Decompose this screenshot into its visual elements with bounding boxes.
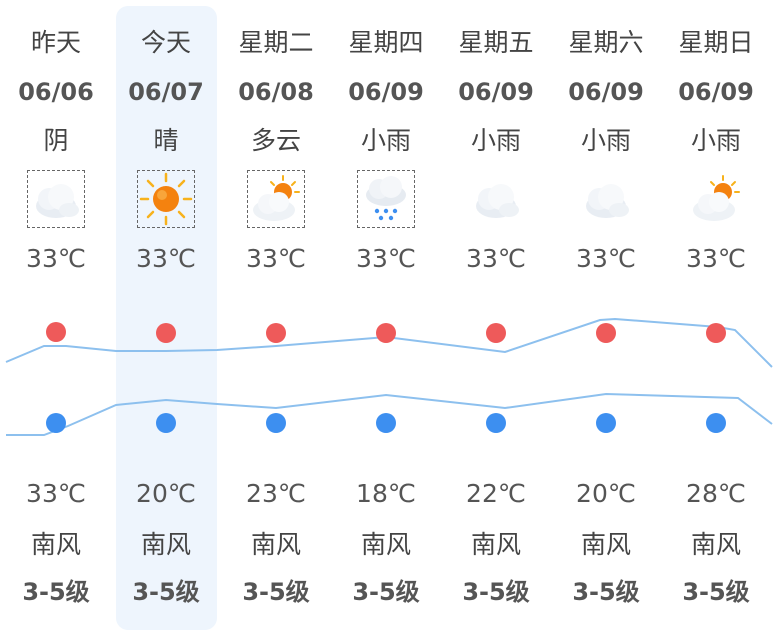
wind-level: 3-5级 bbox=[682, 578, 750, 606]
date-label: 06/07 bbox=[128, 78, 204, 106]
day-column-7[interactable]: 星期日 06/09 小雨 33℃ 28℃ 南风 3-5级 bbox=[661, 0, 771, 634]
wind-direction: 南风 bbox=[140, 530, 191, 559]
temp-label: 33℃ bbox=[466, 244, 526, 273]
cloudy-icon bbox=[577, 170, 635, 228]
day-name: 星期二 bbox=[238, 28, 314, 57]
wind-level: 3-5级 bbox=[132, 578, 200, 606]
low-temp-label: 20℃ bbox=[136, 479, 196, 508]
day-column-5[interactable]: 星期五 06/09 小雨 33℃ 22℃ 南风 3-5级 bbox=[441, 0, 551, 634]
condition-label: 晴 bbox=[153, 126, 179, 155]
day-name: 昨天 bbox=[30, 28, 81, 57]
day-name: 星期六 bbox=[568, 28, 644, 57]
day-column-1[interactable]: 昨天 06/06 阴 33℃ 33℃ 南风 3-5级 bbox=[1, 0, 111, 634]
day-name: 星期日 bbox=[678, 28, 754, 57]
cloudy-icon bbox=[467, 170, 525, 228]
wind-direction: 南风 bbox=[360, 530, 411, 559]
low-temp-label: 23℃ bbox=[246, 479, 306, 508]
condition-label: 阴 bbox=[43, 126, 69, 155]
temp-label: 33℃ bbox=[356, 244, 416, 273]
weather-forecast-panel: 昨天 06/06 阴 33℃ 33℃ 南风 3-5级 今天 06/07 晴 33… bbox=[0, 0, 781, 634]
wind-direction: 南风 bbox=[470, 530, 521, 559]
day-name: 星期四 bbox=[348, 28, 424, 57]
condition-label: 小雨 bbox=[360, 126, 411, 155]
cloudy-icon bbox=[27, 170, 85, 228]
day-column-6[interactable]: 星期六 06/09 小雨 33℃ 20℃ 南风 3-5级 bbox=[551, 0, 661, 634]
date-label: 06/09 bbox=[348, 78, 424, 106]
date-label: 06/06 bbox=[18, 78, 94, 106]
low-temp-label: 33℃ bbox=[26, 479, 86, 508]
condition-label: 多云 bbox=[250, 126, 301, 155]
date-label: 06/09 bbox=[568, 78, 644, 106]
rain-icon bbox=[357, 170, 415, 228]
day-name: 今天 bbox=[140, 28, 191, 57]
wind-level: 3-5级 bbox=[462, 578, 530, 606]
temp-label: 33℃ bbox=[136, 244, 196, 273]
day-column-4[interactable]: 星期四 06/09 小雨 33℃ 18℃ 南风 3-5级 bbox=[331, 0, 441, 634]
low-temp-label: 28℃ bbox=[686, 479, 746, 508]
wind-level: 3-5级 bbox=[242, 578, 310, 606]
temp-label: 33℃ bbox=[246, 244, 306, 273]
low-temp-label: 22℃ bbox=[466, 479, 526, 508]
wind-level: 3-5级 bbox=[352, 578, 420, 606]
day-column-2[interactable]: 今天 06/07 晴 33℃ 20℃ 南风 3-5级 bbox=[111, 0, 221, 634]
low-temp-label: 18℃ bbox=[356, 479, 416, 508]
temp-label: 33℃ bbox=[576, 244, 636, 273]
wind-direction: 南风 bbox=[30, 530, 81, 559]
date-label: 06/09 bbox=[678, 78, 754, 106]
partly-cloudy-icon bbox=[247, 170, 305, 228]
temp-label: 33℃ bbox=[26, 244, 86, 273]
low-temp-label: 20℃ bbox=[576, 479, 636, 508]
day-column-3[interactable]: 星期二 06/08 多云 33℃ 23℃ 南风 3-5级 bbox=[221, 0, 331, 634]
condition-label: 小雨 bbox=[470, 126, 521, 155]
wind-direction: 南风 bbox=[580, 530, 631, 559]
wind-level: 3-5级 bbox=[572, 578, 640, 606]
day-name: 星期五 bbox=[458, 28, 534, 57]
condition-label: 小雨 bbox=[690, 126, 741, 155]
sunny-icon bbox=[137, 170, 195, 228]
partly-cloudy-icon bbox=[687, 170, 745, 228]
wind-level: 3-5级 bbox=[22, 578, 90, 606]
date-label: 06/09 bbox=[458, 78, 534, 106]
temp-label: 33℃ bbox=[686, 244, 746, 273]
wind-direction: 南风 bbox=[250, 530, 301, 559]
date-label: 06/08 bbox=[238, 78, 314, 106]
condition-label: 小雨 bbox=[580, 126, 631, 155]
wind-direction: 南风 bbox=[690, 530, 741, 559]
